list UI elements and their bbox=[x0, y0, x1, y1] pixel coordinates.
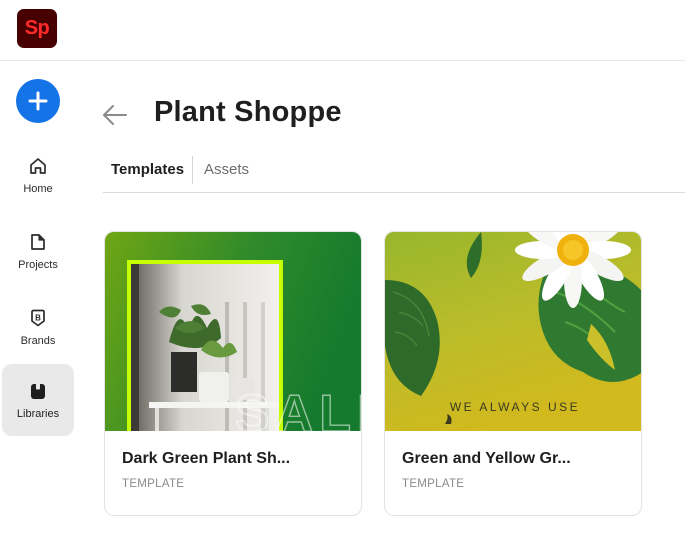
tab-templates[interactable]: Templates bbox=[111, 152, 184, 188]
app-logo[interactable]: Sp bbox=[17, 9, 57, 48]
tab-bar: Templates Assets bbox=[103, 152, 685, 193]
create-button[interactable] bbox=[16, 79, 60, 123]
card-title: Green and Yellow Gr... bbox=[402, 450, 571, 467]
plus-icon bbox=[28, 91, 48, 111]
sidebar-item-label: Home bbox=[23, 183, 53, 195]
sidebar-item-label: Projects bbox=[18, 259, 58, 271]
sidebar-item-libraries[interactable]: Libraries bbox=[2, 364, 74, 436]
template-thumbnail: WE ALWAYS USE bbox=[385, 232, 641, 431]
tab-divider bbox=[192, 156, 193, 184]
thumbnail-text: SALE bbox=[235, 385, 362, 431]
template-card[interactable]: SALE Dark Green Plant Sh... TEMPLATE bbox=[104, 231, 362, 516]
brands-icon: B bbox=[27, 307, 49, 329]
projects-icon bbox=[27, 231, 49, 253]
template-thumbnail: SALE bbox=[105, 232, 362, 431]
card-title: Dark Green Plant Sh... bbox=[122, 450, 291, 467]
back-arrow-icon[interactable] bbox=[101, 102, 129, 128]
home-icon bbox=[27, 155, 49, 177]
card-type-label: TEMPLATE bbox=[122, 478, 185, 490]
top-bar: Sp bbox=[0, 0, 685, 61]
libraries-icon bbox=[27, 380, 49, 402]
sidebar-item-brands[interactable]: B Brands bbox=[2, 291, 74, 363]
sidebar-item-projects[interactable]: Projects bbox=[2, 215, 74, 287]
sidebar-item-label: Libraries bbox=[16, 408, 60, 420]
template-card[interactable]: WE ALWAYS USE Green and Yellow Gr... TEM… bbox=[384, 231, 642, 516]
sidebar-item-home[interactable]: Home bbox=[2, 139, 74, 211]
card-type-label: TEMPLATE bbox=[402, 478, 465, 490]
sidebar: Home Projects B Brands Libraries bbox=[0, 62, 76, 560]
sidebar-item-label: Brands bbox=[20, 335, 56, 347]
svg-text:B: B bbox=[35, 314, 41, 323]
app-logo-text: Sp bbox=[24, 17, 50, 39]
thumbnail-text: WE ALWAYS USE bbox=[450, 400, 580, 414]
page-title: Plant Shoppe bbox=[154, 96, 342, 128]
tab-assets[interactable]: Assets bbox=[204, 152, 249, 188]
